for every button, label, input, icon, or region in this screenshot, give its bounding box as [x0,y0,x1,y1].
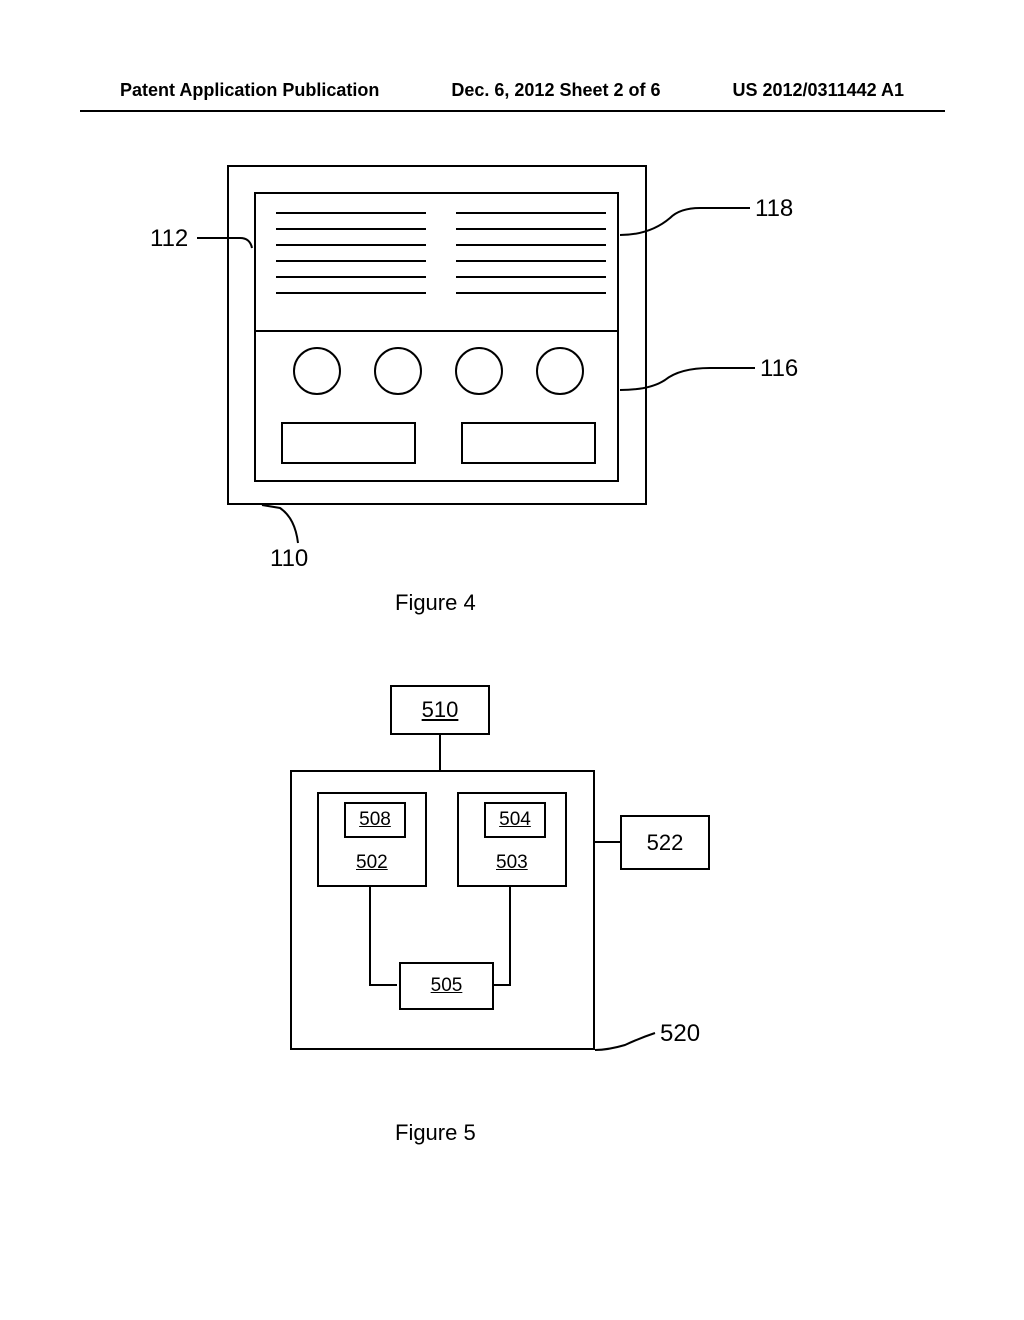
circle-icon [536,347,584,395]
circle-icon [293,347,341,395]
text-line [276,228,426,230]
text-line [456,276,606,278]
fig5-box-505: 505 [399,962,494,1010]
text-line [276,260,426,262]
fig4-circles-row [276,347,601,395]
fig5-box-522: 522 [620,815,710,870]
fig5-box-503: 504 503 [457,792,567,887]
text-line [456,292,606,294]
rect-button [281,422,416,464]
ref-label-118: 118 [755,195,793,223]
ref-label-520: 520 [660,1020,700,1048]
header-publication: Patent Application Publication [120,80,379,101]
header-pub-number: US 2012/0311442 A1 [733,80,904,101]
text-line [276,244,426,246]
fig4-top-panel [254,192,619,332]
ref-label-116: 116 [760,355,798,383]
text-line [276,212,426,214]
fig5-label-503: 503 [496,852,528,874]
header-date-sheet: Dec. 6, 2012 Sheet 2 of 6 [451,80,660,101]
circle-icon [455,347,503,395]
header-divider [80,110,945,112]
fig5-label-502: 502 [356,852,388,874]
text-line [456,244,606,246]
text-line [456,228,606,230]
fig4-device-outline [227,165,647,505]
fig4-caption: Figure 4 [395,590,476,616]
fig5-inner-box-508: 508 [344,802,406,838]
text-line [276,292,426,294]
fig5-inner-box-504: 504 [484,802,546,838]
fig5-box-502: 508 502 [317,792,427,887]
fig4-rects-row [281,422,596,464]
text-line [456,212,606,214]
page-header: Patent Application Publication Dec. 6, 2… [0,80,1024,101]
text-line [276,276,426,278]
ref-label-112: 112 [150,225,188,253]
ref-label-110: 110 [270,545,308,573]
fig5-main-box: 508 502 504 503 505 [290,770,595,1050]
fig5-box-510: 510 [390,685,490,735]
fig4-text-lines-left [276,212,426,308]
fig5-caption: Figure 5 [395,1120,476,1146]
circle-icon [374,347,422,395]
fig4-bottom-panel [254,332,619,482]
fig4-text-lines-right [456,212,606,308]
rect-button [461,422,596,464]
text-line [456,260,606,262]
